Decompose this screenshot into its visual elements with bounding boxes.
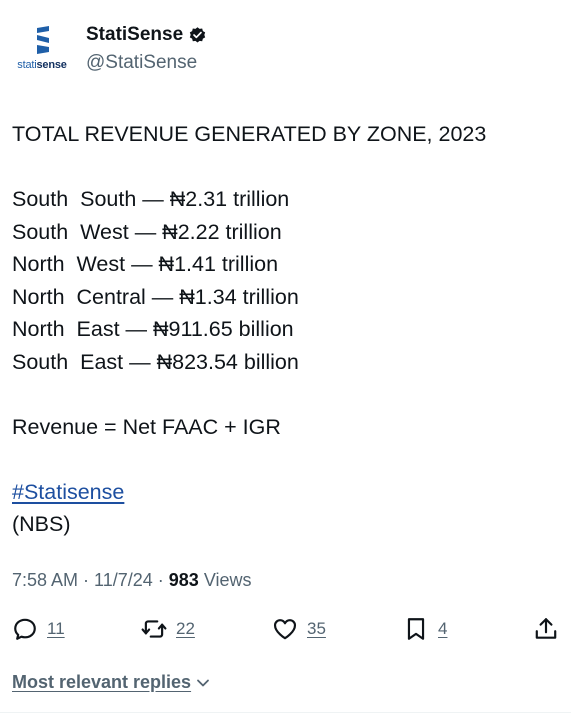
brand-light: stati	[17, 59, 37, 71]
reply-button[interactable]: 11	[12, 612, 65, 646]
handle[interactable]: @StatiSense	[86, 52, 197, 74]
bookmark-count: 4	[438, 619, 448, 638]
reply-icon	[14, 618, 36, 640]
formula-line: Revenue = Net FAAC + IGR	[12, 414, 281, 439]
views-label: Views	[203, 570, 252, 590]
heart-icon	[273, 619, 297, 640]
views-count: 983	[168, 570, 199, 590]
divider	[0, 712, 571, 713]
post-title: TOTAL REVENUE GENERATED BY ZONE, 2023	[12, 122, 487, 146]
chevron-down-icon	[197, 679, 209, 686]
post-time[interactable]: 7:58 AM	[12, 570, 78, 590]
avatar-brand-text: statisense	[12, 59, 72, 71]
post-meta: 7:58 AM · 11/7/24 · 983 Views	[12, 570, 252, 590]
brand-bold: sense	[36, 59, 67, 71]
display-name[interactable]: StatiSense	[86, 24, 207, 46]
zone-line: South East — ₦823.54 billion	[12, 349, 299, 374]
share-icon	[535, 618, 557, 639]
like-count: 35	[307, 619, 326, 638]
hashtag-link[interactable]: #Statisense	[12, 480, 124, 504]
repost-count: 22	[176, 619, 195, 638]
zone-line: South West — ₦2.22 trillion	[12, 219, 282, 244]
statisense-logo-icon	[37, 26, 49, 54]
zone-line: South South — ₦2.31 trillion	[12, 187, 290, 211]
zone-line: North East — ₦911.65 billion	[12, 317, 294, 341]
reply-sort-label: Most relevant replies	[12, 672, 192, 692]
bookmark-icon	[407, 618, 425, 640]
source-line: (NBS)	[12, 512, 71, 536]
verified-badge-icon	[189, 26, 206, 43]
reply-count: 11	[47, 619, 65, 638]
post-date[interactable]: 11/7/24	[94, 570, 153, 590]
reply-sort-dropdown[interactable]: Most relevant replies	[12, 672, 211, 693]
like-button[interactable]: 35	[272, 612, 326, 646]
repost-button[interactable]: 22	[141, 612, 195, 646]
post-header: statisense StatiSense @StatiSense	[12, 18, 552, 78]
zone-line: North West — ₦1.41 trillion	[12, 252, 279, 276]
avatar[interactable]: statisense	[12, 18, 72, 74]
display-name-text: StatiSense	[86, 24, 184, 45]
share-button[interactable]	[533, 612, 559, 646]
bookmark-button[interactable]: 4	[403, 612, 447, 646]
repost-icon	[141, 620, 167, 638]
action-bar: 11 22 35 4	[0, 612, 571, 648]
post-body: TOTAL REVENUE GENERATED BY ZONE, 2023 So…	[12, 118, 557, 541]
zone-line: North Central — ₦1.34 trillion	[12, 284, 299, 309]
